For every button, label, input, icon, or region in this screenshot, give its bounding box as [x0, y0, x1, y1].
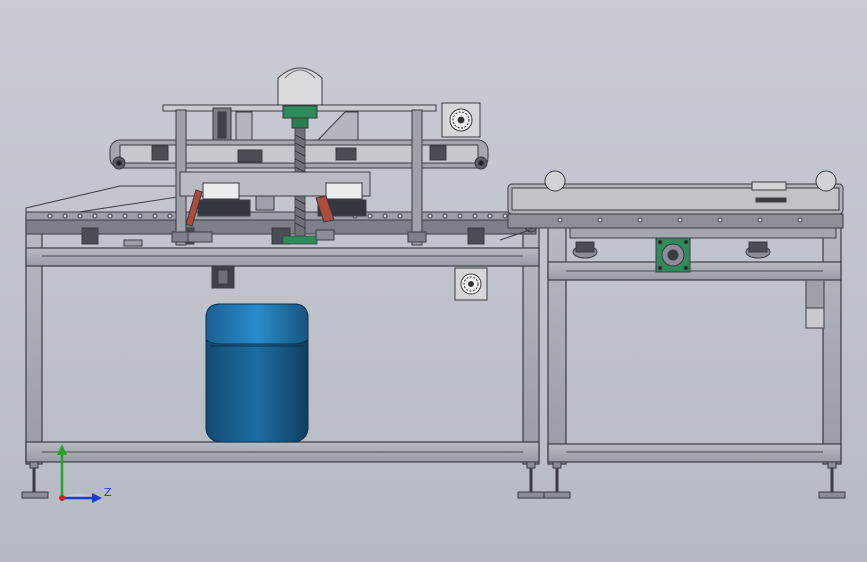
cad-viewport[interactable]: Z: [0, 0, 867, 562]
fan-box-lower: [454, 267, 488, 301]
left-frame-feet: [21, 461, 545, 499]
right-frame-feet: [543, 461, 846, 499]
triad-z-label: Z: [104, 486, 112, 499]
right-motor-flange: [655, 237, 691, 273]
lower-actuator: [211, 265, 235, 289]
left-frame-top-rail: [25, 247, 540, 267]
triad-origin: [59, 495, 65, 501]
right-side-motor: [805, 279, 825, 329]
water-tank: [205, 303, 309, 443]
